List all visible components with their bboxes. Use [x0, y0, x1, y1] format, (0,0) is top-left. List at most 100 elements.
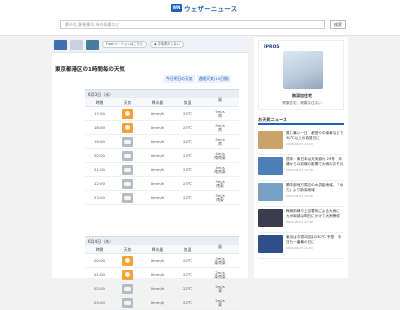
hour-cell: 21:00 — [94, 167, 105, 172]
temp-cell: 22℃ — [182, 258, 193, 263]
news-headline: 蒸し暑い一日 都営や中南東などで30℃以上の真夏日に 2020.06.03 13:… — [286, 131, 344, 146]
forecast-panel: Flashバージョンはこちら ◆ 平地表示しない 東京都港区の1時間毎の天気 今… — [52, 37, 248, 310]
col-wind: 風 — [218, 244, 222, 249]
weather-cell — [114, 108, 141, 119]
flash-version-toggle[interactable]: Flashバージョンはこちら — [102, 41, 147, 48]
news-item[interactable]: 蒸し暑い一日 都営や中南東などで30℃以上の真夏日に 2020.06.03 13:… — [258, 129, 344, 155]
hour-cell: 02:00 — [94, 286, 105, 291]
weather-cell — [114, 150, 141, 161]
rain-cell: 0mm/h — [150, 258, 165, 263]
cloudy-icon — [122, 297, 133, 308]
table-row: 21:00 0mm/h 23℃ 4m/s 南南東 — [85, 163, 239, 177]
map-view-thumb[interactable] — [54, 39, 67, 50]
col-weather: 天気 — [123, 100, 132, 105]
hour-cell: 03:00 — [94, 300, 105, 305]
news-item[interactable]: 週末・東日本は天気崩れ 29号 沖縄からの前線の影響で大雨のおそれ 2020.06… — [258, 155, 344, 181]
col-wind: 風 — [218, 97, 222, 102]
weather-cell — [114, 122, 141, 133]
weather-cell — [114, 269, 141, 280]
date-header: 6月4日（木） — [85, 236, 239, 245]
news-list: 蒸し暑い一日 都営や中南東などで30℃以上の真夏日に 2020.06.03 13:… — [258, 129, 344, 259]
col-temp: 気温 — [183, 100, 192, 105]
wind-cell: 5m/s 南 — [215, 108, 225, 118]
wind-cell: 2m/s 東南東 — [214, 269, 226, 279]
temp-cell: 25℃ — [182, 125, 193, 130]
temp-cell: 22℃ — [182, 286, 193, 291]
table-row: 03:00 0mm/h 22℃ 2m/s 東 — [85, 296, 239, 310]
hourly-table-day2: 6月4日（木） 時間 天気 降水量 気温 風 00:00 0mm/h 22℃ 3m/s… — [85, 236, 239, 310]
news-thumbnail — [258, 183, 283, 201]
search-input[interactable]: 都市名,郵便番号,市外局番など — [60, 20, 325, 29]
wind-cell: 3m/s 南東 — [215, 178, 225, 188]
sunny-icon — [122, 255, 133, 266]
table-row: 20:00 0mm/h 23℃ 4m/s 南南東 — [85, 149, 239, 163]
hour-cell: 18:00 — [94, 125, 105, 130]
radar-view-thumb[interactable] — [70, 39, 83, 50]
news-item[interactable]: 関中部地方周辺の水供給地域、「水力」より新潟地域 2020.06.03 12:20 — [258, 181, 344, 207]
temp-cell: 23℃ — [182, 167, 193, 172]
news-item[interactable]: 東京は今週2回目の30℃ 予想 今日も一番暑の日に 2020.06.03 11:0… — [258, 233, 344, 259]
weather-cell — [114, 178, 141, 189]
wind-cell: 3m/s 南東 — [215, 192, 225, 202]
temp-cell: 22℃ — [182, 300, 193, 305]
col-time: 時間 — [95, 247, 104, 252]
col-rain: 降水量 — [151, 247, 164, 252]
today-forecast-link[interactable]: 今日明日の天気 — [164, 75, 195, 83]
rain-cell: 0mm/h — [150, 125, 165, 130]
rain-cell: 0mm/h — [150, 300, 165, 305]
flat-display-toggle[interactable]: ◆ 平地表示しない — [149, 41, 184, 48]
news-headline: 梅雨前線や上空寒気による大雨に 九州南部は明日にかけて大雨警戒 2020.06.0… — [286, 209, 344, 224]
table-row: 22:00 0mm/h 23℃ 3m/s 南東 — [85, 177, 239, 191]
forecast-links: 今日明日の天気 週間天気(10日間) — [164, 75, 232, 83]
temp-cell: 24℃ — [182, 139, 193, 144]
wind-cell: 2m/s 東 — [215, 283, 225, 293]
brand-mark-icon: WN — [171, 4, 182, 12]
cloudy-icon — [122, 150, 133, 161]
table-row: 02:00 0mm/h 22℃ 2m/s 東 — [85, 282, 239, 296]
table-row: 19:00 0mm/h 24℃ 5m/s 南 — [85, 135, 239, 149]
column-headers: 時間 天気 降水量 気温 風 — [85, 245, 239, 254]
rain-cell: 0mm/h — [150, 195, 165, 200]
col-rain: 降水量 — [151, 100, 164, 105]
ad-banner[interactable]: IPROS 無添加住宅 健康住宅、健康な住まい — [258, 40, 344, 110]
hour-cell: 22:00 — [94, 181, 105, 186]
weather-cell — [114, 297, 141, 308]
hour-cell: 23:00 — [94, 195, 105, 200]
hour-cell: 19:00 — [94, 139, 105, 144]
brand-logo[interactable]: WN ウェザーニュース — [171, 3, 237, 13]
temp-cell: 22℃ — [182, 195, 193, 200]
table-row: 23:00 0mm/h 22℃ 3m/s 南東 — [85, 191, 239, 205]
rain-cell: 0mm/h — [150, 153, 165, 158]
wind-cell: 4m/s 南南東 — [214, 150, 226, 160]
column-headers: 時間 天気 降水量 気温 風 — [85, 98, 239, 107]
search-button[interactable]: 検索 — [330, 20, 346, 29]
news-date: 2020.06.03 12:20 — [286, 193, 313, 198]
cloudy-icon — [122, 164, 133, 175]
rain-cell: 0mm/h — [150, 111, 165, 116]
news-headline: 週末・東日本は天気崩れ 29号 沖縄からの前線の影響で大雨のおそれ 2020.06… — [286, 157, 344, 172]
ad-subtitle: 健康住宅、健康な住まい — [282, 101, 322, 105]
sunny-icon — [122, 269, 133, 280]
news-thumbnail — [258, 131, 283, 149]
wind-cell: 5m/s 南 — [215, 136, 225, 146]
news-thumbnail — [258, 209, 283, 227]
satellite-view-thumb[interactable] — [86, 39, 99, 50]
brand-name: ウェザーニュース — [184, 5, 238, 13]
news-heading: お天気ニュース — [258, 116, 344, 125]
hour-cell: 01:00 — [94, 272, 105, 277]
weekly-forecast-link[interactable]: 週間天気(10日間) — [196, 75, 232, 83]
news-date: 2020.06.03 12:50 — [286, 167, 313, 172]
hour-cell: 17:00 — [94, 111, 105, 116]
cloudy-icon — [122, 178, 133, 189]
temp-cell: 23℃ — [182, 153, 193, 158]
table-row: 00:00 0mm/h 22℃ 3m/s 東南東 — [85, 254, 239, 268]
weather-cell — [114, 136, 141, 147]
ad-house-image — [283, 51, 323, 89]
wind-cell: 2m/s 東 — [215, 297, 225, 307]
news-headline: 東京は今週2回目の30℃ 予想 今日も一番暑の日に 2020.06.03 11:0… — [286, 235, 344, 258]
ad-brand: IPROS — [264, 45, 280, 50]
news-item[interactable]: 梅雨前線や上空寒気による大雨に 九州南部は明日にかけて大雨警戒 2020.06.0… — [258, 207, 344, 233]
col-temp: 気温 — [183, 247, 192, 252]
page-title: 東京都港区の1時間毎の天気 — [55, 67, 125, 73]
wind-cell: 3m/s 東南東 — [214, 255, 226, 265]
